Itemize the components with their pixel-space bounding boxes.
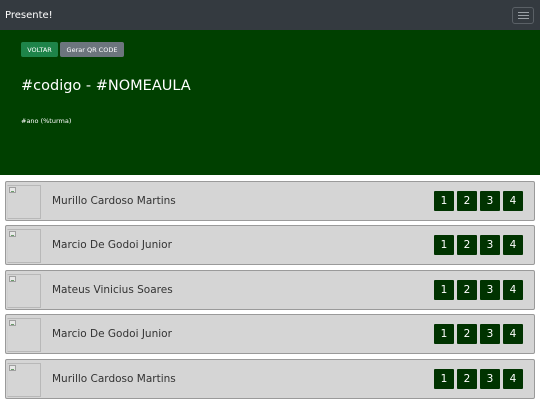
attendance-button-3[interactable]: 3 [480, 279, 500, 300]
student-card: Murillo Cardoso Martins 1 2 3 4 [5, 358, 535, 399]
student-card: Marcio De Godoi Junior 1 2 3 4 [5, 225, 535, 266]
attendance-button-4[interactable]: 4 [503, 191, 523, 211]
class-subtitle: #ano (%turma) [21, 117, 72, 125]
attendance-button-3[interactable]: 3 [480, 324, 500, 345]
hamburger-menu-icon[interactable] [512, 6, 534, 24]
attendance-button-4[interactable]: 4 [503, 279, 523, 300]
student-avatar [7, 318, 41, 353]
attendance-buttons: 1 2 3 4 [434, 279, 523, 300]
class-title: #codigo - #NOMEAULA [21, 78, 191, 94]
attendance-button-2[interactable]: 2 [457, 279, 477, 300]
attendance-buttons: 1 2 3 4 [434, 191, 523, 211]
student-avatar [7, 229, 41, 264]
attendance-button-3[interactable]: 3 [480, 191, 500, 211]
back-button[interactable]: VOLTAR [21, 42, 58, 57]
attendance-button-4[interactable]: 4 [503, 324, 523, 345]
attendance-button-1[interactable]: 1 [434, 279, 454, 300]
attendance-button-1[interactable]: 1 [434, 368, 454, 389]
student-name: Marcio De Godoi Junior [52, 239, 172, 252]
attendance-button-1[interactable]: 1 [434, 324, 454, 345]
attendance-button-2[interactable]: 2 [457, 235, 477, 256]
attendance-buttons: 1 2 3 4 [434, 324, 523, 345]
attendance-button-4[interactable]: 4 [503, 235, 523, 256]
attendance-button-2[interactable]: 2 [457, 368, 477, 389]
student-name: Murillo Cardoso Martins [52, 195, 176, 207]
attendance-buttons: 1 2 3 4 [434, 368, 523, 389]
student-card: Mateus Vinicius Soares 1 2 3 4 [5, 269, 535, 310]
generate-qr-code-button[interactable]: Gerar QR CODE [60, 42, 124, 57]
attendance-button-4[interactable]: 4 [503, 368, 523, 389]
broken-image-icon [9, 364, 16, 371]
student-name: Mateus Vinicius Soares [52, 283, 173, 296]
attendance-button-2[interactable]: 2 [457, 324, 477, 345]
broken-image-icon [9, 187, 16, 193]
attendance-button-3[interactable]: 3 [480, 368, 500, 389]
student-card: Marcio De Godoi Junior 1 2 3 4 [5, 314, 535, 355]
student-card: Murillo Cardoso Martins 1 2 3 4 [5, 181, 535, 221]
attendance-button-2[interactable]: 2 [457, 191, 477, 211]
student-name: Murillo Cardoso Martins [52, 372, 176, 385]
attendance-buttons: 1 2 3 4 [434, 235, 523, 256]
student-avatar [7, 362, 41, 397]
class-header: VOLTAR Gerar QR CODE #codigo - #NOMEAULA… [0, 30, 540, 175]
student-avatar [7, 185, 41, 219]
student-avatar [7, 273, 41, 308]
student-list: Murillo Cardoso Martins 1 2 3 4 Marcio D… [5, 181, 535, 403]
broken-image-icon [9, 320, 16, 327]
broken-image-icon [9, 275, 16, 282]
attendance-button-1[interactable]: 1 [434, 235, 454, 256]
top-navbar: Presente! [0, 0, 540, 30]
attendance-button-1[interactable]: 1 [434, 191, 454, 211]
student-name: Marcio De Godoi Junior [52, 328, 172, 341]
broken-image-icon [9, 231, 16, 238]
attendance-button-3[interactable]: 3 [480, 235, 500, 256]
brand-title[interactable]: Presente! [5, 10, 53, 21]
